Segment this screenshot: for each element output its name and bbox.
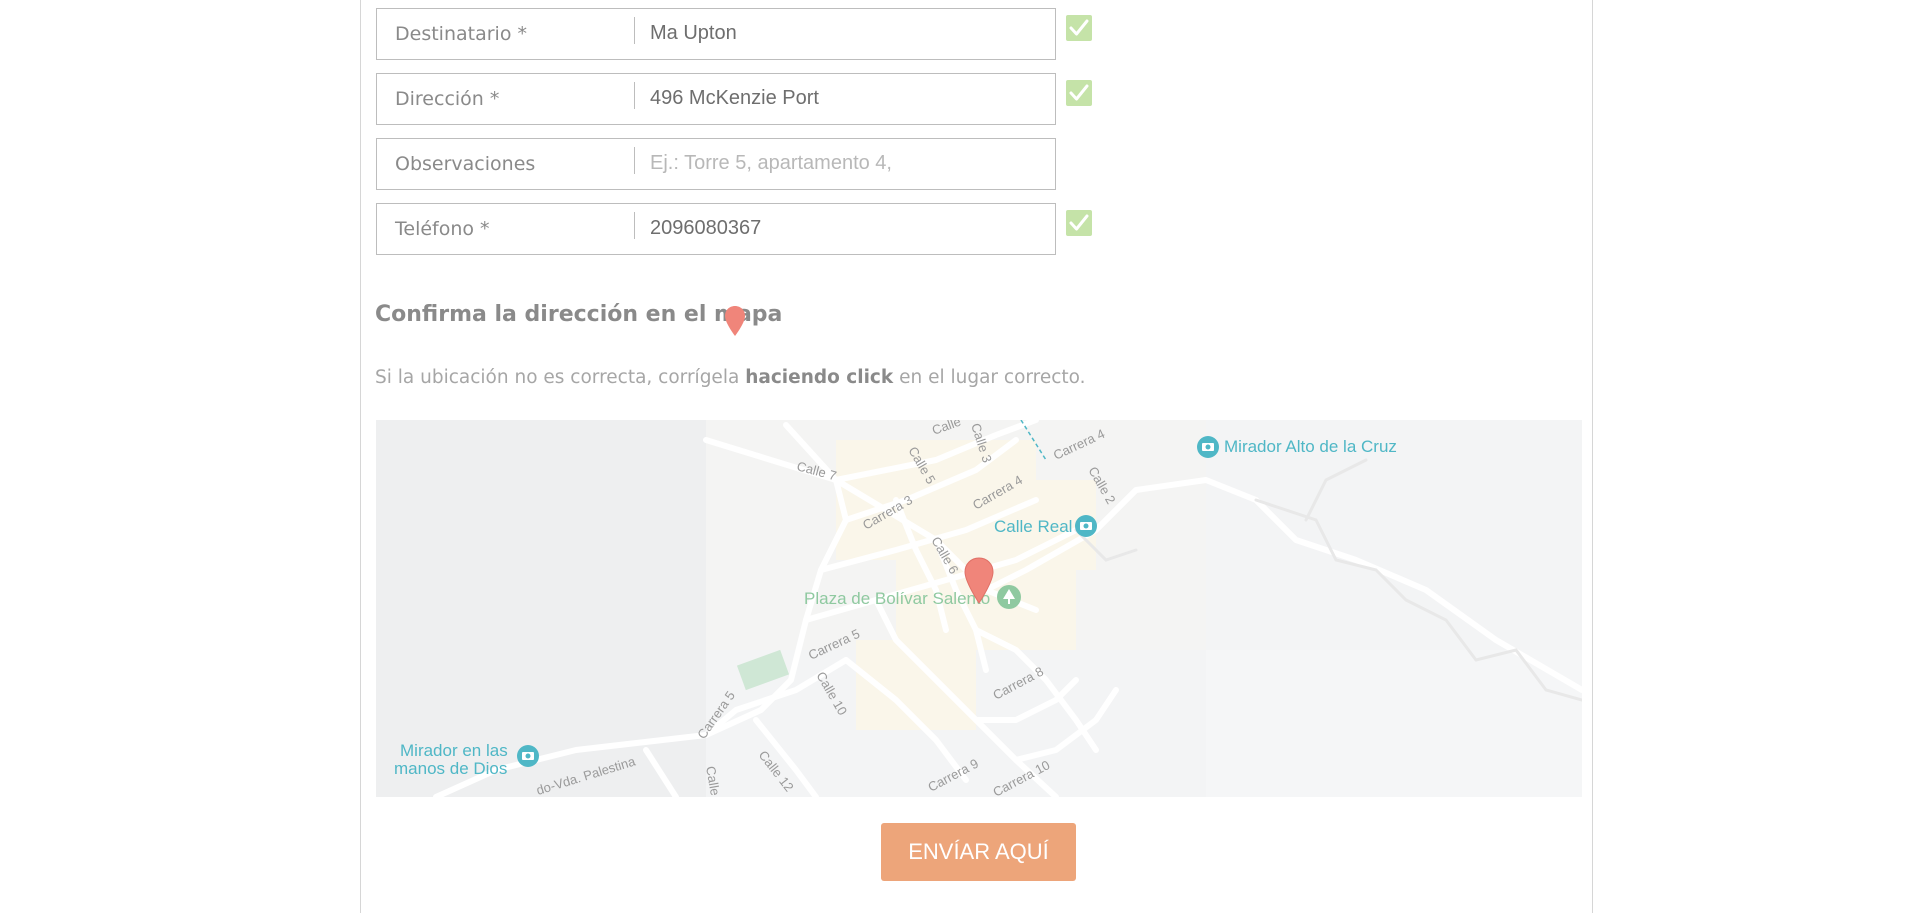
camera-icon[interactable] <box>517 745 539 767</box>
notes-input[interactable] <box>647 145 1043 181</box>
street-label: Carrera 8 <box>990 664 1046 703</box>
address-field: Dirección * <box>376 73 1056 125</box>
poi-label-mirador-manos: manos de Dios <box>394 759 507 778</box>
field-divider <box>634 147 635 174</box>
camera-icon[interactable] <box>1075 515 1097 537</box>
field-divider <box>634 82 635 109</box>
help-prefix: Si la ubicación no es correcta, corrígel… <box>375 367 740 388</box>
notes-label: Observaciones <box>395 153 536 175</box>
phone-valid-check-icon <box>1066 210 1092 236</box>
submit-button[interactable]: ENVÍAR AQUÍ <box>881 823 1076 881</box>
map-pane <box>1206 650 1582 797</box>
location-map[interactable]: Calle 7 Calle 5 Calle 3 Carrera 4 Carrer… <box>376 420 1582 797</box>
help-suffix: en el lugar correcto. <box>899 367 1086 388</box>
address-valid-check-icon <box>1066 80 1092 106</box>
recipient-label: Destinatario * <box>395 23 527 45</box>
park-area <box>736 649 790 691</box>
recipient-input[interactable] <box>647 15 1043 51</box>
phone-label: Teléfono * <box>395 218 490 240</box>
location-pin-icon <box>724 305 746 342</box>
map-help-text: Si la ubicación no es correcta, corrígel… <box>375 367 1086 388</box>
help-bold: haciendo click <box>745 367 894 388</box>
street-label: Calle 12 <box>703 765 726 797</box>
address-label: Dirección * <box>395 88 500 110</box>
notes-field: Observaciones <box>376 138 1056 190</box>
phone-field: Teléfono * <box>376 203 1056 255</box>
park-tree-icon[interactable] <box>997 585 1021 609</box>
street-label: Calle 12 <box>756 748 797 795</box>
recipient-field: Destinatario * <box>376 8 1056 60</box>
map-section-title: Confirma la dirección en el mapa <box>375 302 783 327</box>
street-label: Calle 10 <box>813 669 850 718</box>
address-input[interactable] <box>647 80 1043 116</box>
field-divider <box>634 212 635 239</box>
poi-label-mirador-alto: Mirador Alto de la Cruz <box>1224 437 1397 456</box>
field-divider <box>634 17 635 44</box>
poi-label-calle-real: Calle Real <box>994 517 1072 536</box>
phone-input[interactable] <box>647 210 1043 246</box>
recipient-valid-check-icon <box>1066 15 1092 41</box>
camera-icon[interactable] <box>1197 436 1219 458</box>
poi-label-mirador-manos: Mirador en las <box>400 741 508 760</box>
poi-label-plaza: Plaza de Bolívar Salento <box>804 589 990 608</box>
